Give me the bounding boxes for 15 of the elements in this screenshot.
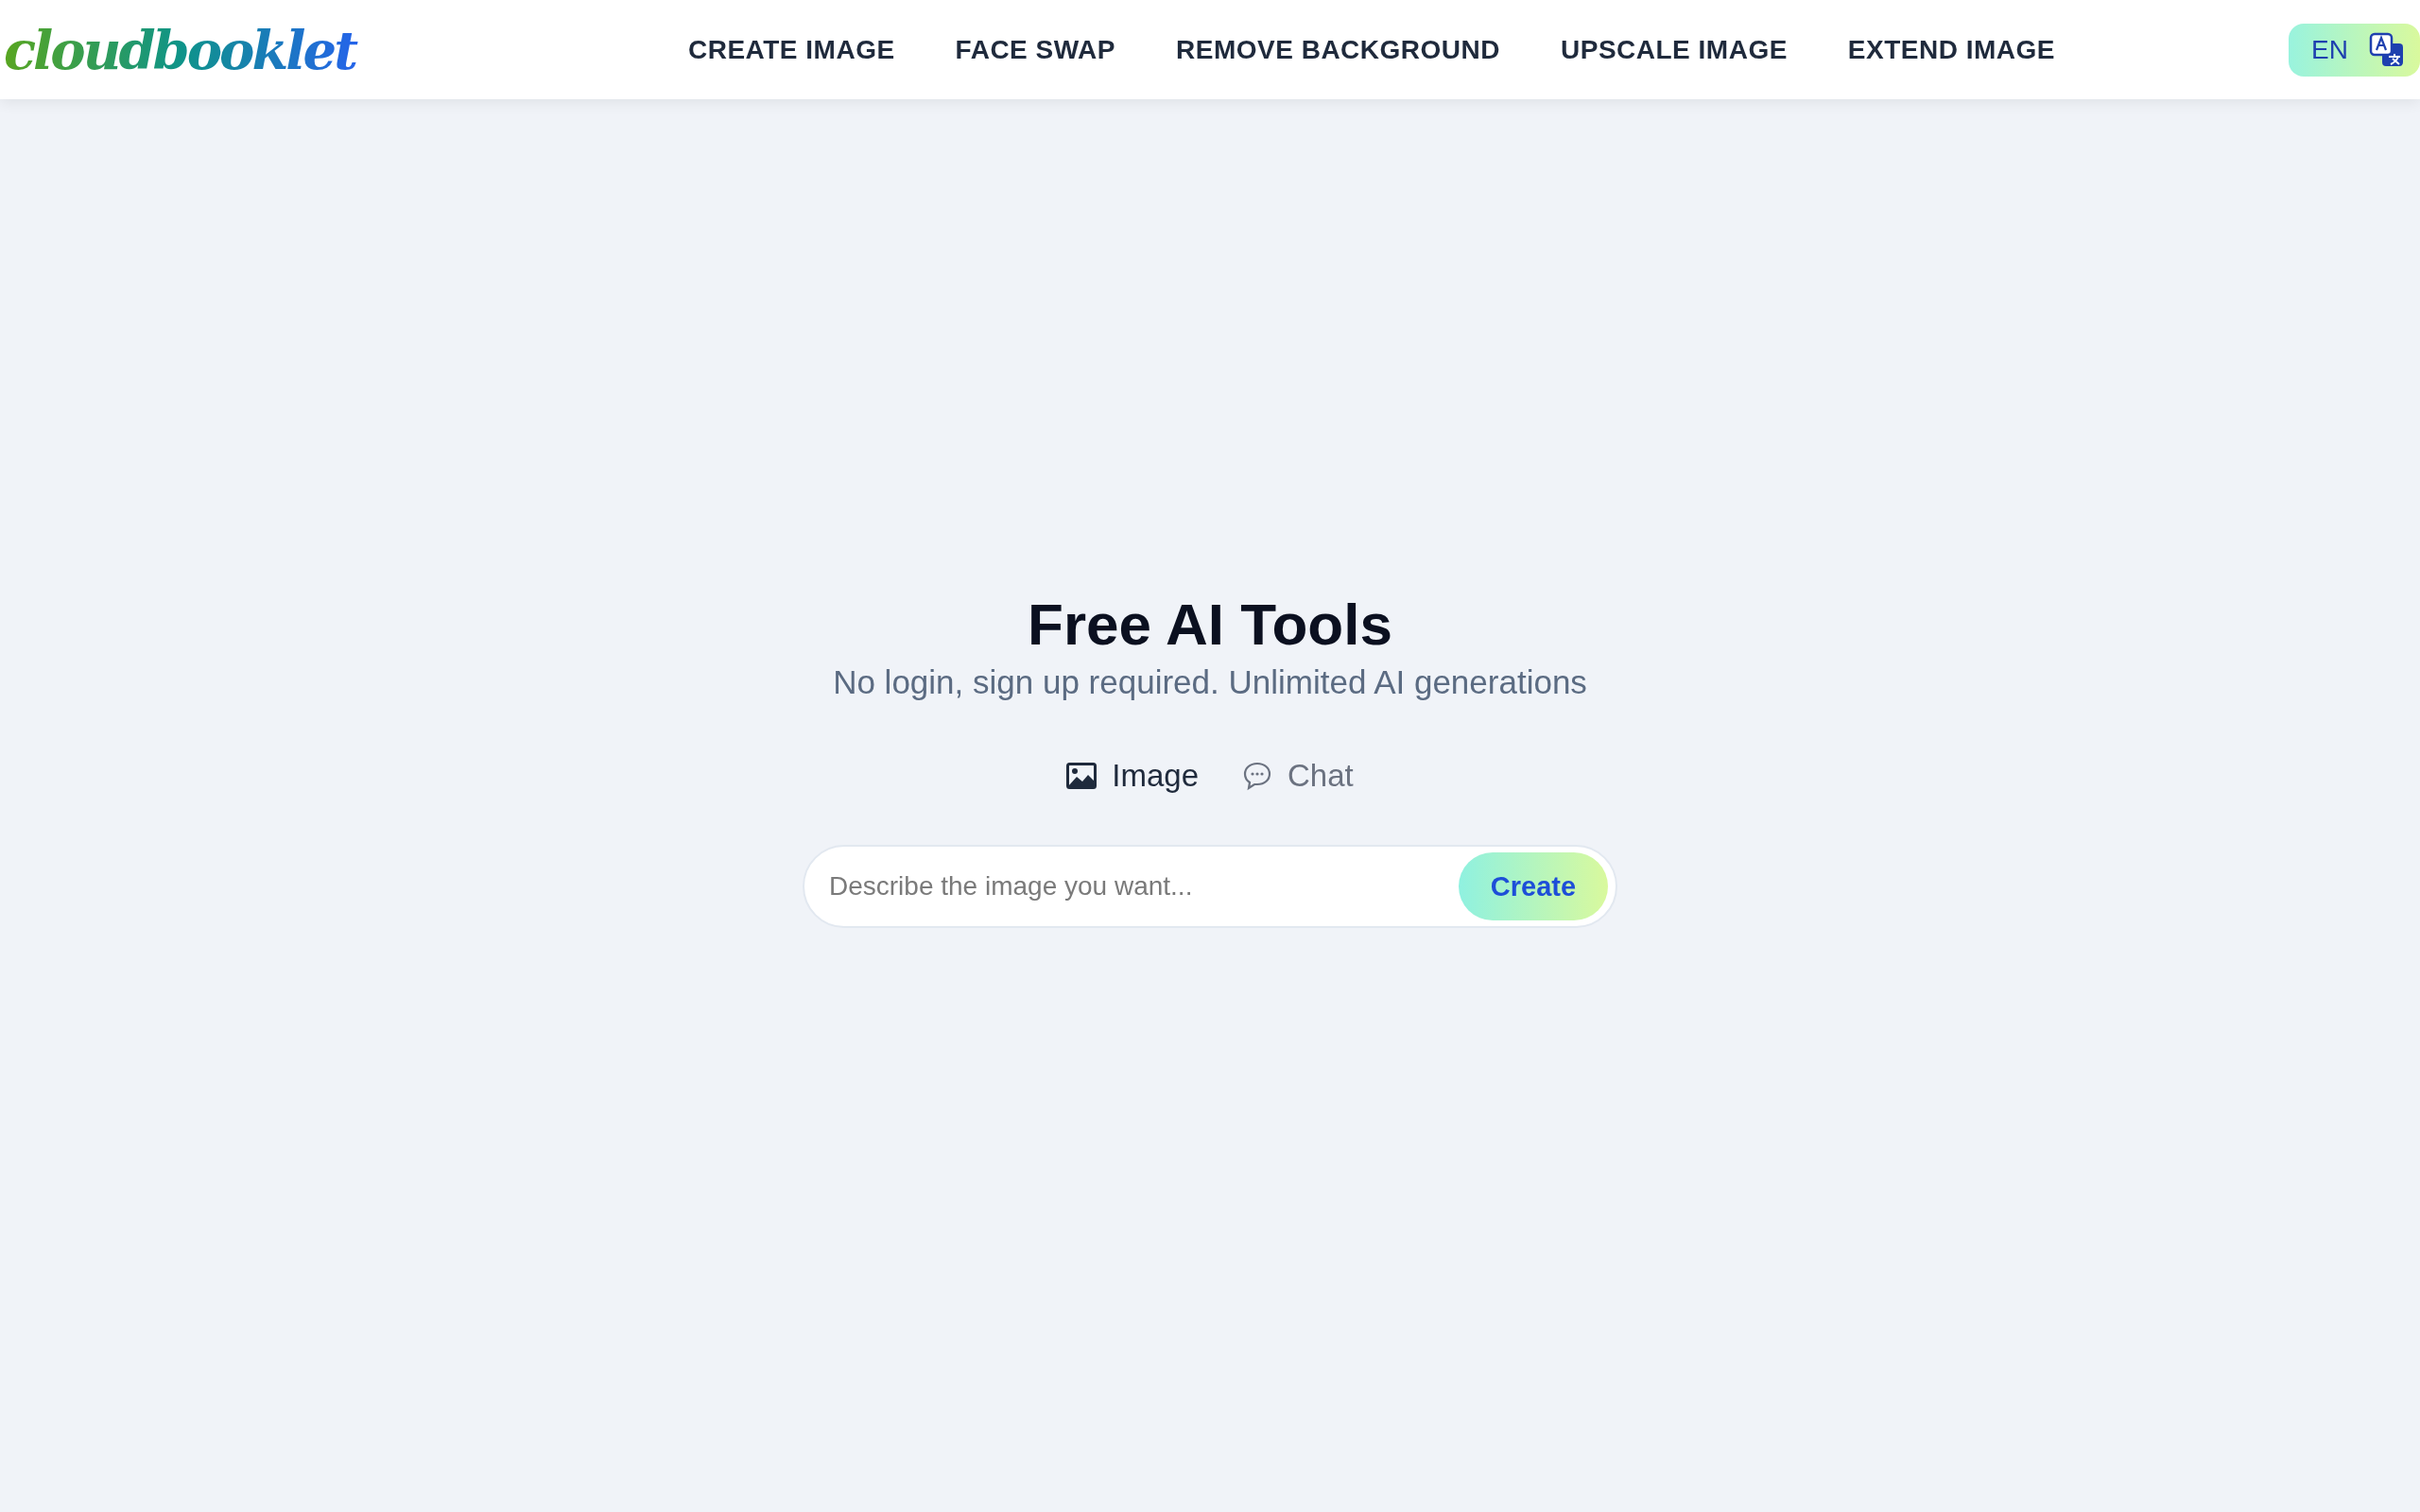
nav-link[interactable]: FACE SWAP: [925, 34, 1147, 65]
create-button[interactable]: Create: [1459, 852, 1608, 920]
nav-link[interactable]: CREATE IMAGE: [658, 34, 925, 65]
language-button[interactable]: EN: [2289, 23, 2420, 77]
mode-tab[interactable]: Chat: [1238, 754, 1357, 798]
chat-icon: [1242, 761, 1272, 791]
mode-tab[interactable]: Image: [1063, 754, 1202, 798]
nav-link[interactable]: EXTEND IMAGE: [1817, 34, 2085, 65]
translate-icon: [2369, 31, 2405, 68]
page-title: Free AI Tools: [1028, 591, 1392, 658]
prompt-field[interactable]: Describe the image you want... Create: [803, 845, 1617, 928]
nav-link[interactable]: UPSCALE IMAGE: [1530, 34, 1818, 65]
subtitle: No login, sign up required. Unlimited AI generations: [833, 663, 1587, 701]
image-icon: [1066, 763, 1098, 789]
nav-link[interactable]: REMOVE BACKGROUND: [1146, 34, 1530, 65]
